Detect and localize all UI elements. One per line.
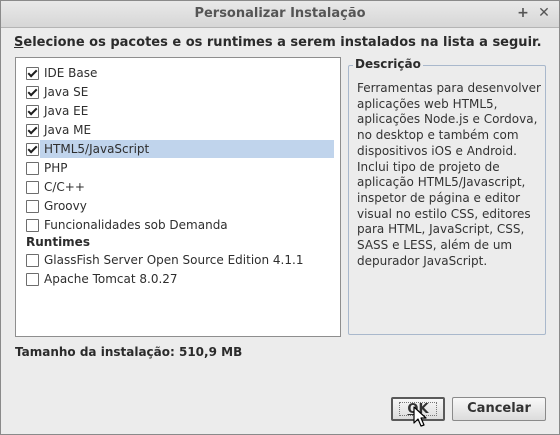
list-item-tomcat[interactable]: Apache Tomcat 8.0.27 — [16, 270, 338, 288]
list-item-java-me[interactable]: Java ME — [16, 121, 338, 139]
list-item-label: Java ME — [44, 123, 92, 137]
checkbox[interactable] — [26, 105, 39, 118]
window-title: Personalizar Instalação — [194, 6, 366, 21]
list-item-java-se[interactable]: Java SE — [16, 83, 338, 101]
runtimes-heading: Runtimes — [26, 235, 90, 249]
install-dialog: Personalizar Instalação + ✕ Selecione os… — [0, 0, 560, 435]
instruction-text: Selecione os pacotes e os runtimes a ser… — [14, 35, 542, 50]
list-item-label: Groovy — [44, 199, 87, 213]
list-item-label: GlassFish Server Open Source Edition 4.1… — [44, 253, 304, 267]
title-bar[interactable]: Personalizar Instalação + ✕ — [1, 1, 559, 28]
list-item-html5-javascript[interactable]: HTML5/JavaScript — [16, 140, 338, 158]
list-item-label: HTML5/JavaScript — [44, 142, 150, 156]
close-icon[interactable]: ✕ — [536, 5, 552, 21]
list-item-groovy[interactable]: Groovy — [16, 197, 338, 215]
checkbox[interactable] — [26, 219, 39, 232]
description-title: Descrição — [353, 57, 423, 71]
list-item-label: C/C++ — [44, 180, 85, 194]
checkbox[interactable] — [26, 86, 39, 99]
list-item-php[interactable]: PHP — [16, 159, 338, 177]
checkbox[interactable] — [26, 181, 39, 194]
list-item-label: Apache Tomcat 8.0.27 — [44, 272, 178, 286]
mouse-cursor-icon — [413, 406, 427, 427]
checkbox[interactable] — [26, 200, 39, 213]
checkbox[interactable] — [26, 67, 39, 80]
list-item-label: IDE Base — [44, 66, 98, 80]
package-list[interactable]: IDE Base Java SE Java EE Java ME HTML5/J… — [15, 57, 341, 337]
list-item-label: Funcionalidades sob Demanda — [44, 218, 228, 232]
list-item-label: Java EE — [44, 104, 89, 118]
list-item-label: PHP — [44, 161, 68, 175]
list-item-label: Java SE — [44, 85, 89, 99]
list-item-glassfish[interactable]: GlassFish Server Open Source Edition 4.1… — [16, 251, 338, 269]
checkbox[interactable] — [26, 273, 39, 286]
checkbox[interactable] — [26, 143, 39, 156]
install-size-label: Tamanho da instalação: 510,9 MB — [15, 345, 243, 359]
instruction-mnemonic: S — [14, 35, 24, 50]
list-item-java-ee[interactable]: Java EE — [16, 102, 338, 120]
cancel-button[interactable]: Cancelar — [452, 397, 546, 421]
list-item-features-on-demand[interactable]: Funcionalidades sob Demanda — [16, 216, 338, 234]
checkbox[interactable] — [26, 162, 39, 175]
list-item-c-cpp[interactable]: C/C++ — [16, 178, 338, 196]
maximize-icon[interactable]: + — [515, 5, 531, 21]
instruction-rest: elecione os pacotes e os runtimes a sere… — [23, 35, 542, 50]
description-text: Ferramentas para desenvolver aplicações … — [357, 81, 541, 268]
list-item-ide-base[interactable]: IDE Base — [16, 64, 338, 82]
checkbox[interactable] — [26, 254, 39, 267]
checkbox[interactable] — [26, 124, 39, 137]
